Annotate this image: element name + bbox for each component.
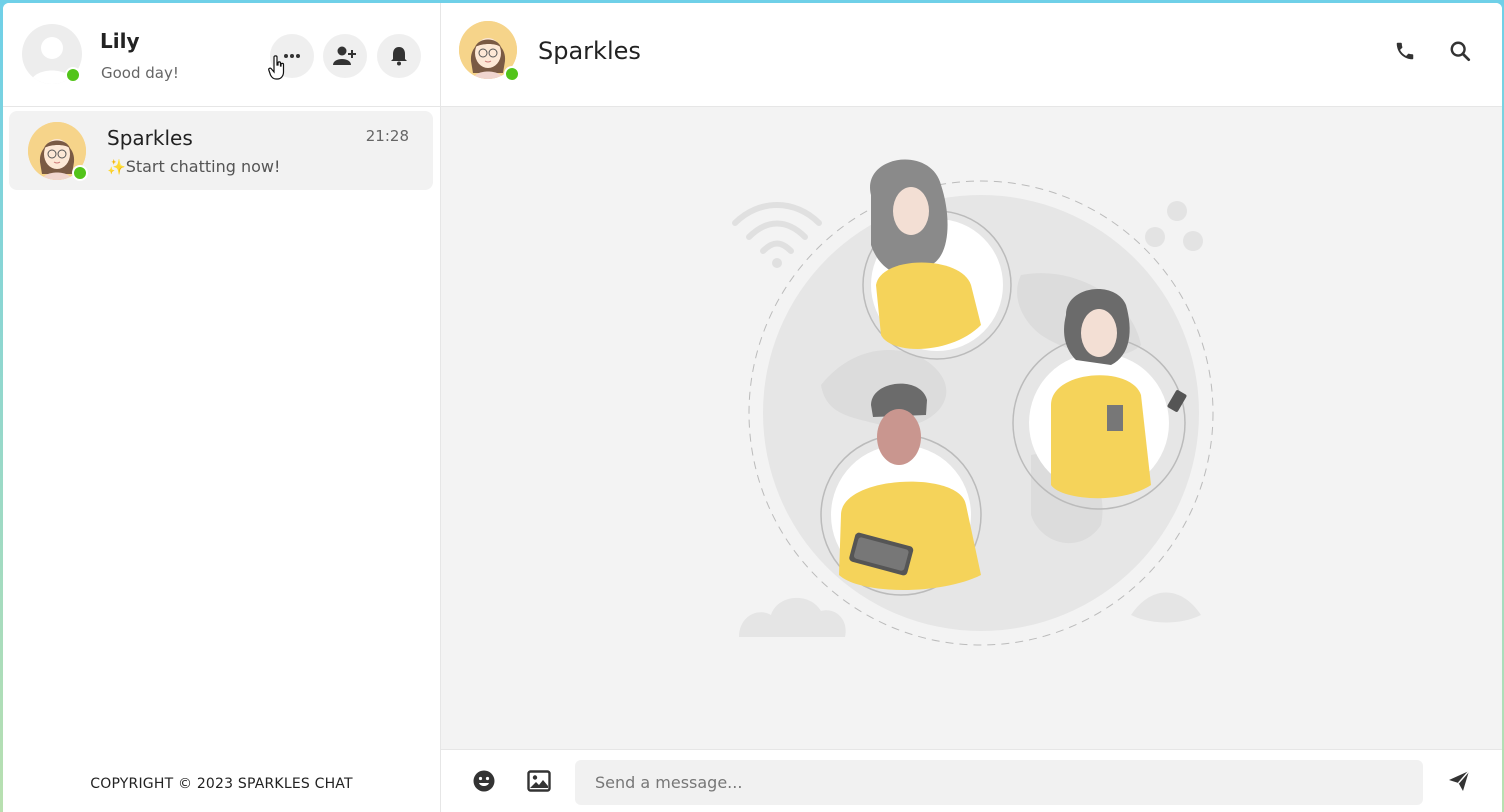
phone-icon <box>1396 42 1414 60</box>
online-indicator <box>65 67 81 83</box>
image-icon <box>527 770 551 792</box>
people-chatting-illustration <box>732 159 1214 646</box>
sparkles-emoji: ✨ <box>107 157 126 176</box>
image-button[interactable] <box>525 767 553 795</box>
bell-icon <box>391 47 407 66</box>
conversation-item[interactable]: Sparkles 21:28 ✨ Start chatting now! <box>9 111 433 190</box>
user-status: Good day! <box>101 64 179 82</box>
chat-contact-online-indicator <box>504 66 520 82</box>
chat-empty-state <box>441 107 1502 749</box>
send-icon <box>1449 770 1470 791</box>
send-button[interactable] <box>1445 767 1473 795</box>
call-button[interactable] <box>1391 37 1419 65</box>
search-icon <box>1450 41 1471 62</box>
message-composer <box>441 749 1502 812</box>
notifications-button[interactable] <box>377 34 421 78</box>
sidebar: Lily Good day! Sparkles 21:28 ✨ Start ch… <box>3 3 441 812</box>
hand-cursor-icon <box>268 55 285 80</box>
last-message-preview: ✨ Start chatting now! <box>107 157 280 176</box>
sidebar-header: Lily Good day! <box>3 3 440 107</box>
add-user-icon <box>333 46 356 65</box>
preview-text: Start chatting now! <box>125 157 281 176</box>
add-friend-button[interactable] <box>323 34 367 78</box>
last-message-time: 21:28 <box>365 127 409 145</box>
contact-name: Sparkles <box>107 126 193 150</box>
copyright-text: COPYRIGHT © 2023 SPARKLES CHAT <box>90 776 353 792</box>
user-name: Lily <box>100 29 140 53</box>
emoji-icon <box>473 770 495 792</box>
search-button[interactable] <box>1446 37 1474 65</box>
contact-online-indicator <box>72 165 88 181</box>
chat-app: Lily Good day! Sparkles 21:28 ✨ Start ch… <box>3 3 1502 812</box>
chat-title: Sparkles <box>538 37 641 65</box>
chat-header: Sparkles <box>441 3 1502 107</box>
emoji-button[interactable] <box>470 767 498 795</box>
message-input[interactable] <box>575 760 1423 805</box>
chat-panel: Sparkles <box>441 3 1502 812</box>
